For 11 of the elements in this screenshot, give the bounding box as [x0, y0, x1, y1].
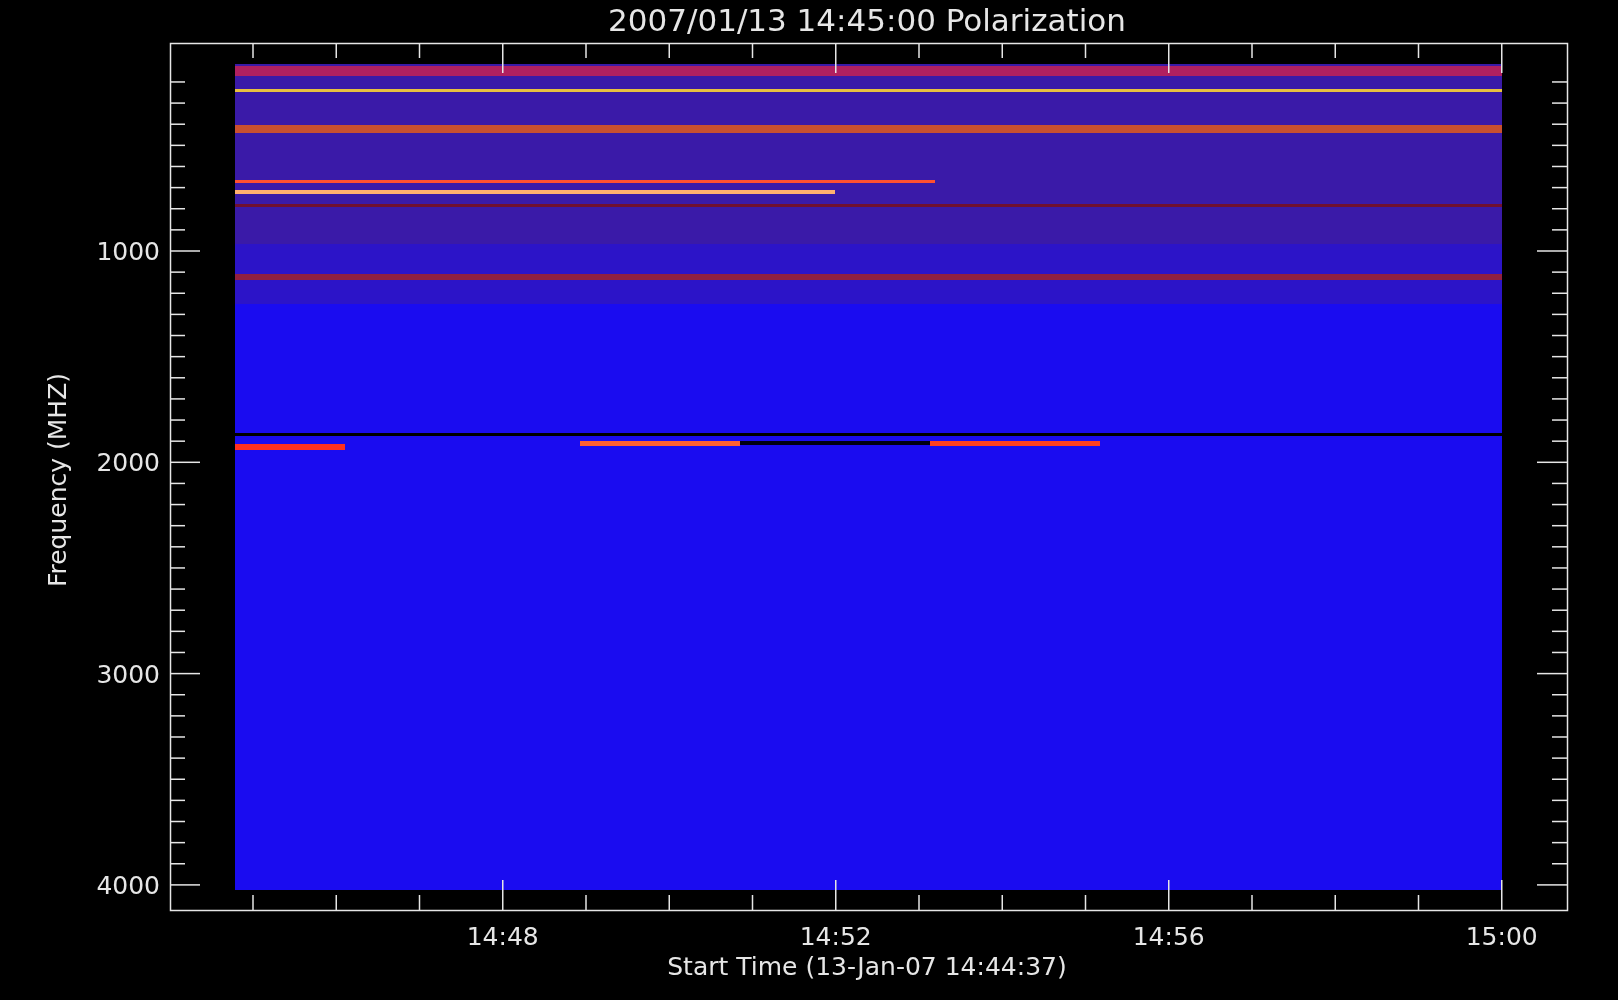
- y-tick-label: 2000: [96, 448, 160, 478]
- x-tick-label: 14:56: [1132, 922, 1205, 951]
- y-tick-label: 1000: [96, 237, 160, 266]
- y-tick-label: 4000: [96, 870, 160, 900]
- x-tick-label: 14:48: [466, 922, 539, 951]
- y-tick-label: 3000: [96, 659, 160, 689]
- x-axis-title: Start Time (13-Jan-07 14:44:37): [667, 952, 1067, 981]
- x-tick-label: 15:00: [1465, 922, 1538, 951]
- chart-title: 2007/01/13 14:45:00 Polarization: [608, 2, 1126, 38]
- x-tick-label: 14:52: [799, 922, 872, 951]
- y-axis-title: Frequency (MHZ): [43, 372, 72, 588]
